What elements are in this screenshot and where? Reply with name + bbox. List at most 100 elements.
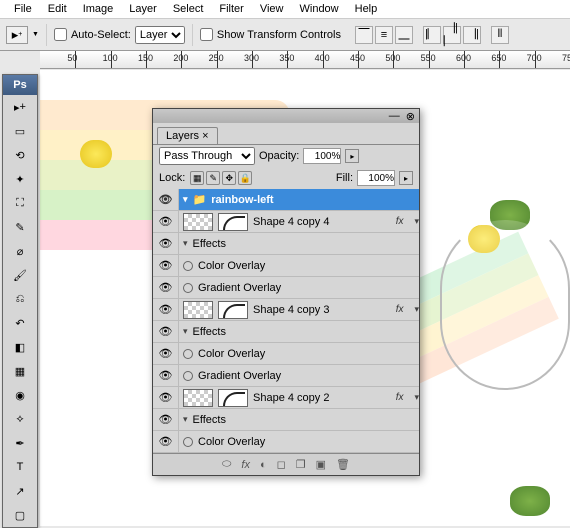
opacity-flyout-icon[interactable]: ▸ bbox=[345, 149, 359, 163]
stamp-tool-icon[interactable]: ⎌ bbox=[3, 287, 37, 311]
autoselect-label: Auto-Select: bbox=[71, 29, 131, 41]
history-brush-icon[interactable]: ↶ bbox=[3, 311, 37, 335]
layer-group-row[interactable]: 👁 ▾ 📁 rainbow-left bbox=[153, 189, 419, 211]
adjustment-icon[interactable]: ◻ bbox=[277, 458, 286, 471]
layer-row[interactable]: 👁Shape 4 copy 3fx▾ bbox=[153, 299, 419, 321]
shape-tool-icon[interactable]: ▢ bbox=[3, 503, 37, 527]
effects-row[interactable]: 👁▾ Effects bbox=[153, 409, 419, 431]
eraser-tool-icon[interactable]: ◧ bbox=[3, 335, 37, 359]
visibility-icon[interactable]: 👁 bbox=[153, 365, 179, 386]
marquee-tool-icon[interactable]: ▭ bbox=[3, 119, 37, 143]
effects-row[interactable]: 👁▾ Effects bbox=[153, 321, 419, 343]
visibility-icon[interactable]: 👁 bbox=[153, 431, 179, 452]
align-top-icon[interactable]: ⎺ bbox=[355, 26, 373, 44]
new-folder-icon[interactable]: ❐ bbox=[296, 458, 306, 471]
opacity-label: Opacity: bbox=[259, 150, 299, 162]
visibility-icon[interactable]: 👁 bbox=[153, 343, 179, 364]
menu-image[interactable]: Image bbox=[75, 3, 122, 15]
heal-tool-icon[interactable]: ⌀ bbox=[3, 239, 37, 263]
align-hcenter-icon[interactable]: ⎹|⎸ bbox=[443, 26, 461, 44]
align-vcenter-icon[interactable]: ≡ bbox=[375, 26, 393, 44]
glass-art bbox=[440, 220, 570, 390]
visibility-icon[interactable]: 👁 bbox=[153, 211, 179, 232]
panel-titlebar[interactable]: — ⊗ bbox=[153, 109, 419, 123]
autoselect-dropdown[interactable]: Layer bbox=[135, 26, 185, 44]
dodge-tool-icon[interactable]: ⟡ bbox=[3, 407, 37, 431]
opacity-input[interactable] bbox=[303, 148, 341, 164]
effect-dot-icon bbox=[183, 349, 193, 359]
autoselect-checkbox[interactable] bbox=[54, 28, 67, 41]
lemon-art-1 bbox=[80, 140, 112, 168]
visibility-icon[interactable]: 👁 bbox=[153, 277, 179, 298]
menu-view[interactable]: View bbox=[252, 3, 292, 15]
visibility-icon[interactable]: 👁 bbox=[153, 387, 179, 408]
layers-tab[interactable]: Layers × bbox=[157, 127, 218, 144]
menu-select[interactable]: Select bbox=[165, 3, 212, 15]
trash-icon[interactable]: 🗑 bbox=[336, 458, 350, 471]
layer-thumb bbox=[183, 213, 213, 231]
visibility-icon[interactable]: 👁 bbox=[153, 189, 179, 210]
effect-item[interactable]: 👁 Color Overlay bbox=[153, 431, 419, 453]
pen-tool-icon[interactable]: ✒ bbox=[3, 431, 37, 455]
align-left-icon[interactable]: |⎸ bbox=[423, 26, 441, 44]
main-menu[interactable]: FileEditImageLayerSelectFilterViewWindow… bbox=[0, 0, 570, 19]
menu-filter[interactable]: Filter bbox=[211, 3, 251, 15]
mask-icon[interactable]: ◐ bbox=[260, 459, 267, 471]
effects-row[interactable]: 👁▾ Effects bbox=[153, 233, 419, 255]
lasso-tool-icon[interactable]: ⟲ bbox=[3, 143, 37, 167]
move-tool-icon[interactable]: ▸+ bbox=[3, 95, 37, 119]
layer-row[interactable]: 👁Shape 4 copy 4fx▾ bbox=[153, 211, 419, 233]
menu-window[interactable]: Window bbox=[292, 3, 347, 15]
visibility-icon[interactable]: 👁 bbox=[153, 299, 179, 320]
visibility-icon[interactable]: 👁 bbox=[153, 321, 179, 342]
link-icon[interactable]: ⬭ bbox=[222, 458, 231, 471]
fill-flyout-icon[interactable]: ▸ bbox=[399, 171, 413, 185]
fx-badge[interactable]: fx bbox=[396, 216, 404, 227]
effect-name: Gradient Overlay bbox=[198, 370, 281, 382]
menu-help[interactable]: Help bbox=[347, 3, 386, 15]
menu-layer[interactable]: Layer bbox=[121, 3, 165, 15]
effect-item[interactable]: 👁 Color Overlay bbox=[153, 343, 419, 365]
lock-buttons[interactable]: ▦✎✥🔒 bbox=[189, 171, 253, 185]
effect-item[interactable]: 👁 Gradient Overlay bbox=[153, 277, 419, 299]
effect-item[interactable]: 👁 Color Overlay bbox=[153, 255, 419, 277]
fx-icon[interactable]: fx bbox=[241, 459, 250, 471]
type-tool-icon[interactable]: T bbox=[3, 455, 37, 479]
visibility-icon[interactable]: 👁 bbox=[153, 409, 179, 430]
fx-badge[interactable]: fx bbox=[396, 304, 404, 315]
menu-file[interactable]: File bbox=[6, 3, 40, 15]
move-tool-indicator[interactable]: ▸+ bbox=[6, 26, 28, 44]
layer-row[interactable]: 👁Shape 4 copy 2fx▾ bbox=[153, 387, 419, 409]
align-right-icon[interactable]: ⎹| bbox=[463, 26, 481, 44]
new-layer-icon[interactable]: ▣ bbox=[316, 458, 326, 471]
visibility-icon[interactable]: 👁 bbox=[153, 255, 179, 276]
fill-input[interactable] bbox=[357, 170, 395, 186]
lock-transparent-icon: ▦ bbox=[190, 171, 204, 185]
brush-tool-icon[interactable]: 🖌 bbox=[3, 263, 37, 287]
distribute-icon[interactable]: ⫴ bbox=[491, 26, 509, 44]
layers-panel: — ⊗ Layers × Pass Through Opacity: ▸ Loc… bbox=[152, 108, 420, 476]
close-icon[interactable]: ⊗ bbox=[406, 110, 415, 123]
menu-edit[interactable]: Edit bbox=[40, 3, 75, 15]
minimize-icon[interactable]: — bbox=[389, 110, 400, 122]
blend-mode-dropdown[interactable]: Pass Through bbox=[159, 147, 255, 165]
effect-item[interactable]: 👁 Gradient Overlay bbox=[153, 365, 419, 387]
fx-badge[interactable]: fx bbox=[396, 392, 404, 403]
tool-dropdown-arrow[interactable]: ▼ bbox=[32, 31, 39, 38]
gradient-tool-icon[interactable]: ▦ bbox=[3, 359, 37, 383]
crop-tool-icon[interactable]: ⛶ bbox=[3, 191, 37, 215]
eyedropper-tool-icon[interactable]: ✎ bbox=[3, 215, 37, 239]
blur-tool-icon[interactable]: ◉ bbox=[3, 383, 37, 407]
transform-checkbox[interactable] bbox=[200, 28, 213, 41]
mask-thumb bbox=[218, 301, 248, 319]
layers-list: 👁 ▾ 📁 rainbow-left 👁Shape 4 copy 4fx▾👁▾ … bbox=[153, 189, 419, 453]
align-bottom-icon[interactable]: ⎽ bbox=[395, 26, 413, 44]
path-tool-icon[interactable]: ↗ bbox=[3, 479, 37, 503]
wand-tool-icon[interactable]: ✦ bbox=[3, 167, 37, 191]
mask-thumb bbox=[218, 213, 248, 231]
effect-dot-icon bbox=[183, 283, 193, 293]
visibility-icon[interactable]: 👁 bbox=[153, 233, 179, 254]
app-badge: Ps bbox=[13, 79, 26, 91]
lock-all-icon: 🔒 bbox=[238, 171, 252, 185]
horizontal-ruler: 5010015020025030035040045050055060065070… bbox=[40, 51, 570, 69]
